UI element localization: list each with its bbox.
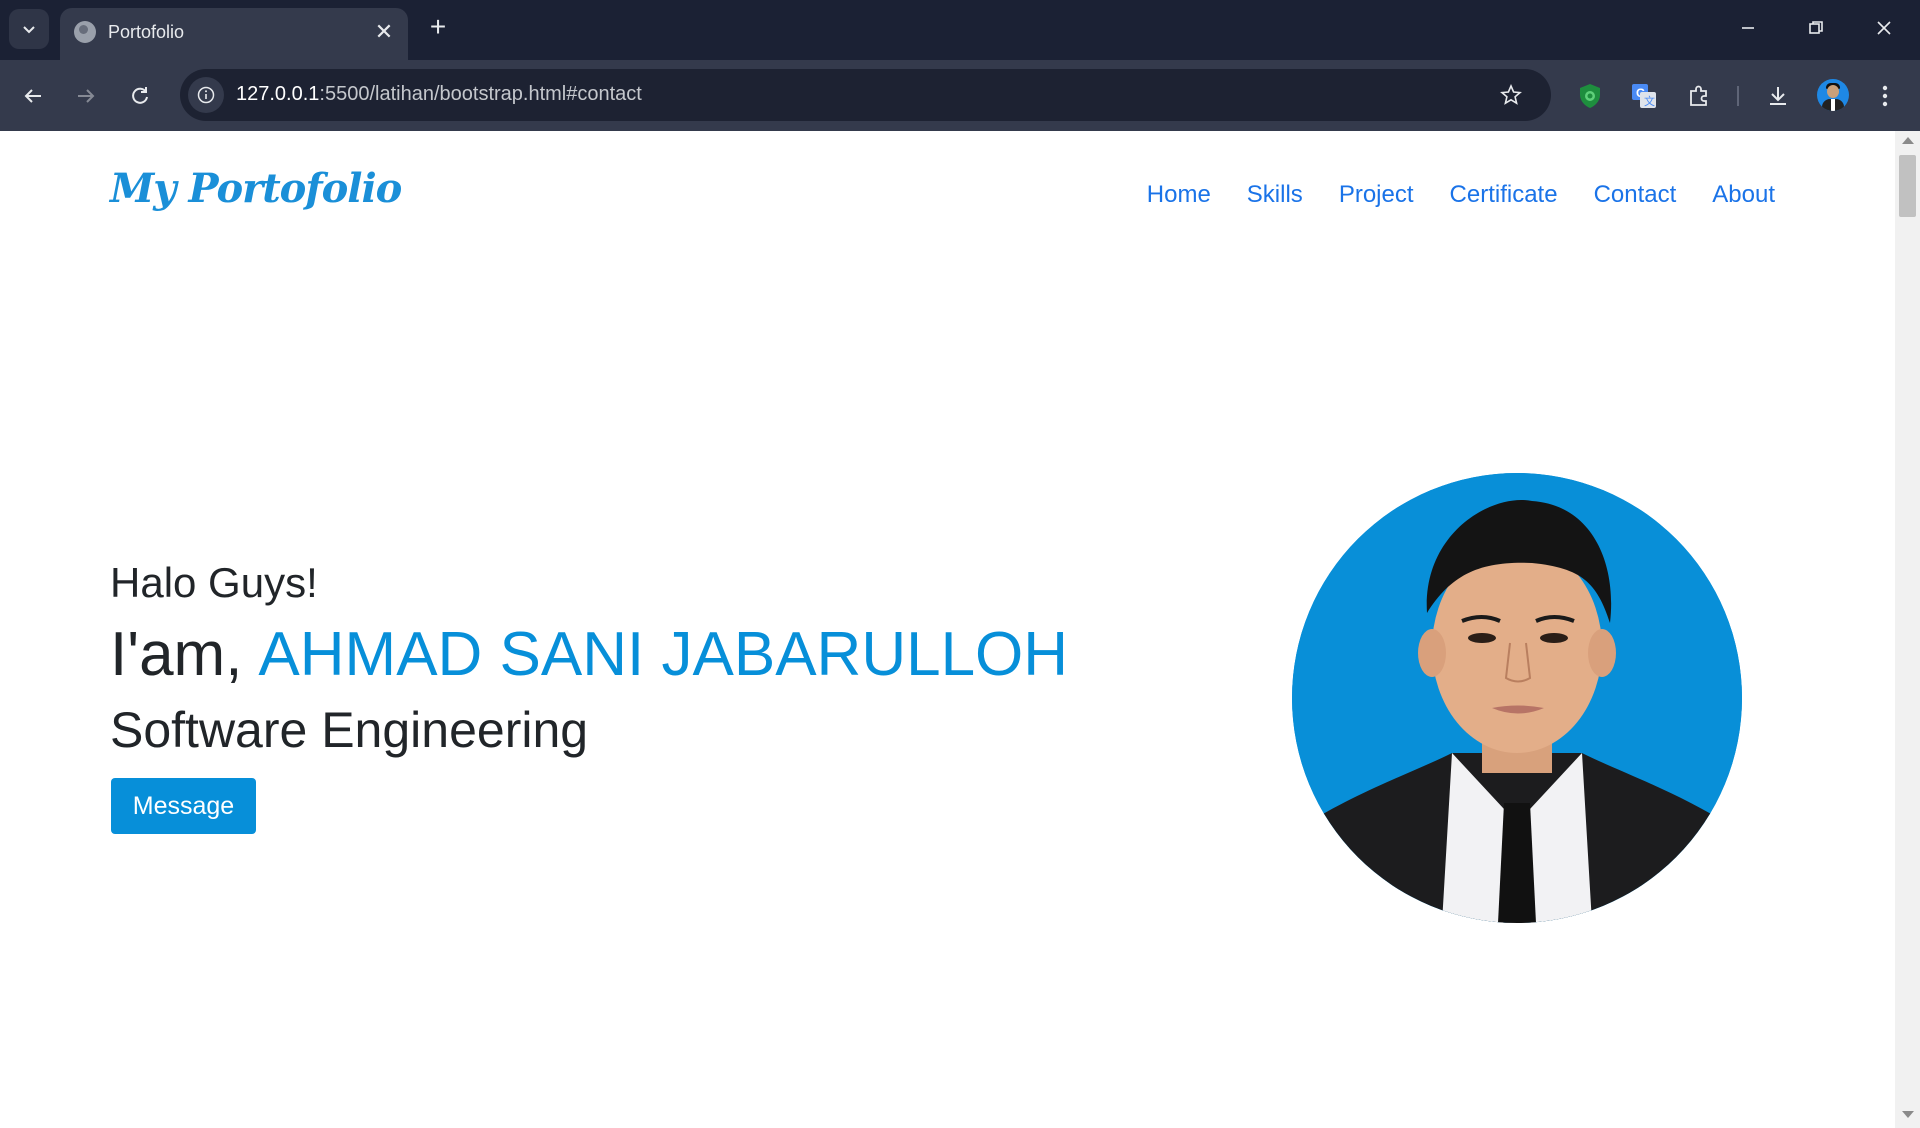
translate-extension-icon[interactable]: G文: [1626, 78, 1662, 114]
address-bar[interactable]: 127.0.0.1:5500/latihan/bootstrap.html#co…: [180, 69, 1551, 121]
nav-certificate[interactable]: Certificate: [1450, 181, 1558, 209]
scrollbar-thumb[interactable]: [1899, 155, 1916, 217]
url-path: :5500/latihan/bootstrap.html#contact: [319, 83, 642, 105]
scrollbar[interactable]: [1895, 131, 1920, 1128]
arrow-left-icon: [24, 89, 41, 103]
site-info-icon[interactable]: [188, 77, 224, 113]
hero-greeting: Halo Guys!: [110, 559, 318, 606]
chevron-down-icon: [23, 26, 35, 34]
hero-role: Software Engineering: [110, 702, 589, 758]
hero-intro: I'am, AHMAD SANI JABARULLOH: [110, 619, 1068, 690]
portrait-image: [1292, 473, 1742, 923]
info-icon: [197, 86, 215, 104]
url-text: 127.0.0.1:5500/latihan/bootstrap.html#co…: [236, 83, 642, 106]
hero-name: AHMAD SANI JABARULLOH: [258, 620, 1069, 689]
nav-project[interactable]: Project: [1339, 181, 1414, 209]
toolbar-separator: [1737, 86, 1739, 106]
forward-button[interactable]: [66, 76, 106, 116]
shield-extension-icon[interactable]: [1572, 78, 1608, 114]
restore-button[interactable]: [1786, 8, 1846, 48]
minimize-button[interactable]: [1718, 8, 1778, 48]
reload-button[interactable]: [120, 76, 160, 116]
extensions-puzzle-icon[interactable]: [1681, 78, 1717, 114]
close-icon: [1877, 21, 1891, 35]
nav-home[interactable]: Home: [1147, 181, 1211, 209]
profile-avatar[interactable]: [1817, 79, 1849, 111]
download-icon[interactable]: [1760, 78, 1796, 114]
nav-contact[interactable]: Contact: [1594, 181, 1677, 209]
tab-search-button[interactable]: [9, 9, 49, 49]
tab-close-icon[interactable]: ✕: [370, 18, 398, 46]
nav-skills[interactable]: Skills: [1247, 181, 1303, 209]
intro-prefix: I'am,: [110, 620, 243, 689]
globe-icon: [74, 21, 96, 43]
new-tab-button[interactable]: +: [422, 12, 454, 44]
tab-strip: Portofolio ✕ +: [0, 0, 1920, 60]
main-nav: Home Skills Project Certificate Contact …: [1147, 181, 1775, 209]
reload-icon: [132, 87, 148, 104]
restore-icon: [1809, 21, 1823, 34]
brand-logo[interactable]: My Portofolio: [110, 165, 402, 212]
more-menu-icon[interactable]: [1870, 78, 1900, 114]
browser-toolbar: 127.0.0.1:5500/latihan/bootstrap.html#co…: [0, 60, 1920, 131]
browser-tab[interactable]: Portofolio ✕: [60, 8, 408, 60]
profile-photo: [1292, 473, 1742, 923]
close-window-button[interactable]: [1854, 8, 1914, 48]
message-button[interactable]: Message: [111, 778, 256, 834]
scroll-down-icon[interactable]: [1902, 1111, 1914, 1118]
tab-title: Portofolio: [108, 22, 185, 42]
star-icon: [1500, 84, 1522, 105]
svg-text:文: 文: [1644, 94, 1655, 108]
arrow-right-icon: [78, 89, 95, 103]
minimize-icon: [1742, 27, 1754, 29]
back-button[interactable]: [13, 76, 53, 116]
nav-about[interactable]: About: [1712, 181, 1775, 209]
page-viewport: My Portofolio Home Skills Project Certif…: [0, 131, 1895, 1128]
bookmark-star-icon[interactable]: [1497, 81, 1525, 109]
scroll-up-icon[interactable]: [1902, 137, 1914, 144]
url-host: 127.0.0.1: [236, 83, 320, 105]
